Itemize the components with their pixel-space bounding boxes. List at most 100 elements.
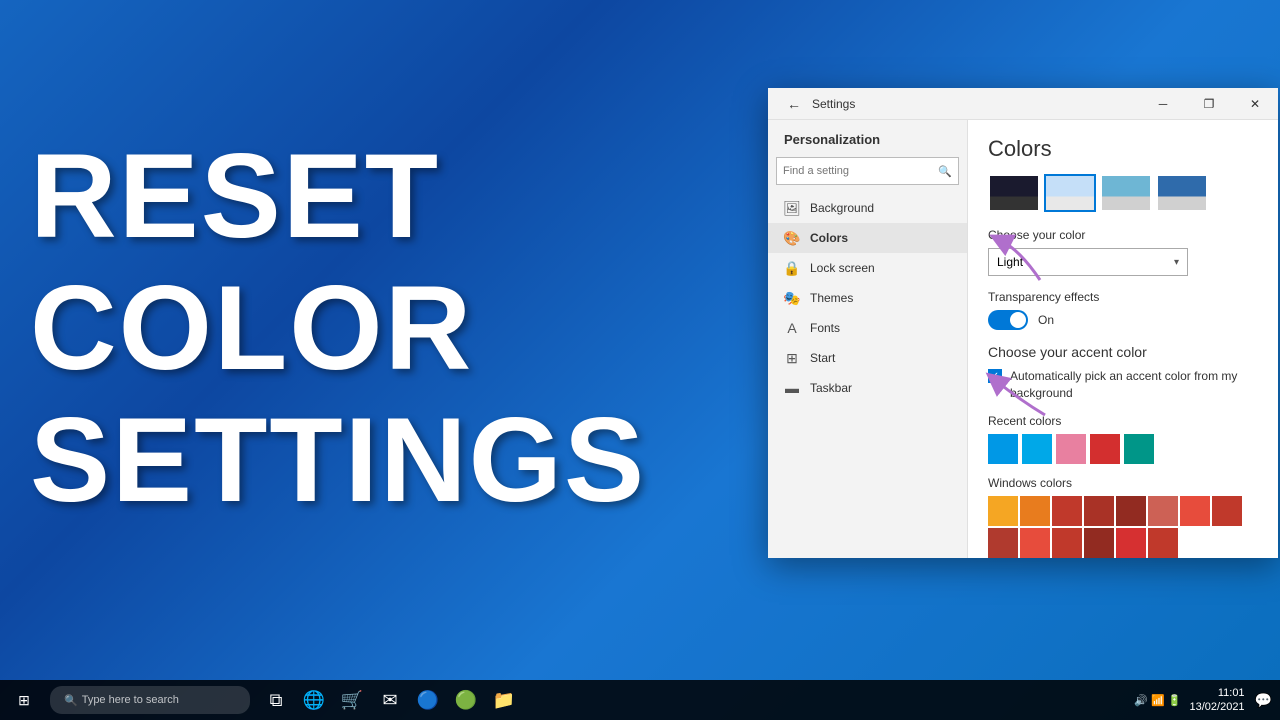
- search-icon: 🔍: [64, 694, 78, 707]
- sidebar-item-themes[interactable]: 🎭 Themes: [768, 283, 967, 313]
- transparency-section: Transparency effects On: [988, 290, 1258, 330]
- sidebar: Personalization 🔍 🖼 Background 🎨 Colors …: [768, 120, 968, 558]
- chrome-button[interactable]: 🔵: [410, 680, 446, 720]
- transparency-label: Transparency effects: [988, 290, 1258, 304]
- window-title: Settings: [812, 97, 855, 111]
- win-swatch-1[interactable]: [988, 496, 1018, 526]
- win-swatch-12[interactable]: [1084, 528, 1114, 558]
- taskbar-right: 🔊 📶 🔋 11:01 13/02/2021 💬: [1134, 686, 1280, 715]
- app1-button[interactable]: 🟢: [448, 680, 484, 720]
- theme-previews: [988, 174, 1258, 212]
- sidebar-item-colors[interactable]: 🎨 Colors: [768, 223, 967, 253]
- win-swatch-6[interactable]: [1148, 496, 1178, 526]
- main-content: Colors Choose your color Light: [968, 120, 1278, 558]
- transparency-toggle[interactable]: [988, 310, 1028, 330]
- recent-swatch-3[interactable]: [1056, 434, 1086, 464]
- fonts-icon: A: [784, 320, 800, 336]
- sidebar-item-label: Fonts: [810, 321, 840, 335]
- back-button[interactable]: ←: [780, 90, 808, 118]
- sidebar-item-label: Lock screen: [810, 261, 875, 275]
- win-swatch-4[interactable]: [1084, 496, 1114, 526]
- auto-accent-row: ✓ Automatically pick an accent color fro…: [988, 368, 1258, 402]
- theme-preview-custom[interactable]: [1100, 174, 1152, 212]
- search-icon: 🔍: [938, 165, 952, 178]
- win-swatch-2[interactable]: [1020, 496, 1050, 526]
- title-bar: ← Settings ─ ❐ ✕: [768, 88, 1278, 120]
- theme-preview-dark[interactable]: [988, 174, 1040, 212]
- sidebar-item-start[interactable]: ⊞ Start: [768, 343, 967, 373]
- sidebar-item-label: Background: [810, 201, 874, 215]
- themes-icon: 🎭: [784, 290, 800, 306]
- app2-button[interactable]: 📁: [486, 680, 522, 720]
- restore-button[interactable]: ❐: [1186, 88, 1232, 120]
- win-swatch-13[interactable]: [1116, 528, 1146, 558]
- taskbar-search[interactable]: 🔍 Type here to search: [50, 686, 250, 714]
- taskbar-icon: ▬: [784, 380, 800, 396]
- recent-colors-label: Recent colors: [988, 414, 1258, 428]
- theme-preview-light[interactable]: [1044, 174, 1096, 212]
- sidebar-item-label: Themes: [810, 291, 853, 305]
- search-input[interactable]: [783, 165, 938, 177]
- win-swatch-10[interactable]: [1020, 528, 1050, 558]
- colors-icon: 🎨: [784, 230, 800, 246]
- page-title: Colors: [988, 136, 1258, 162]
- start-icon: ⊞: [784, 350, 800, 366]
- taskbar-clock: 11:01 13/02/2021: [1190, 686, 1245, 715]
- recent-swatch-2[interactable]: [1022, 434, 1052, 464]
- desktop-text: RESET COLOR SETTINGS: [30, 130, 646, 526]
- window-content: Personalization 🔍 🖼 Background 🎨 Colors …: [768, 120, 1278, 558]
- checkmark-icon: ✓: [991, 371, 999, 382]
- recent-swatch-5[interactable]: [1124, 434, 1154, 464]
- accent-section-title: Choose your accent color: [988, 344, 1258, 360]
- chevron-down-icon: ▾: [1174, 257, 1179, 268]
- search-box[interactable]: 🔍: [776, 157, 959, 185]
- taskbar-icons: ⧉ 🌐 🛒 ✉ 🔵 🟢 📁: [258, 680, 522, 720]
- sidebar-item-taskbar[interactable]: ▬ Taskbar: [768, 373, 967, 403]
- start-button[interactable]: ⊞: [0, 680, 48, 720]
- win-swatch-5[interactable]: [1116, 496, 1146, 526]
- sidebar-item-label: Taskbar: [810, 381, 852, 395]
- taskbar-time-value: 11:01: [1190, 686, 1245, 700]
- action-center-icon[interactable]: 💬: [1255, 692, 1272, 709]
- store-button[interactable]: 🛒: [334, 680, 370, 720]
- lock-icon: 🔒: [784, 260, 800, 276]
- color-dropdown[interactable]: Light ▾: [988, 248, 1188, 276]
- toggle-knob: [1010, 312, 1026, 328]
- edge-button[interactable]: 🌐: [296, 680, 332, 720]
- recent-color-swatches: [988, 434, 1258, 464]
- win-swatch-9[interactable]: [988, 528, 1018, 558]
- taskbar-search-label: Type here to search: [82, 694, 179, 706]
- toggle-row: On: [988, 310, 1258, 330]
- win-swatch-14[interactable]: [1148, 528, 1178, 558]
- sidebar-item-label: Colors: [810, 231, 848, 245]
- win-swatch-3[interactable]: [1052, 496, 1082, 526]
- windows-colors-label: Windows colors: [988, 476, 1258, 490]
- recent-swatch-4[interactable]: [1090, 434, 1120, 464]
- auto-accent-checkbox[interactable]: ✓: [988, 369, 1002, 383]
- win-swatch-11[interactable]: [1052, 528, 1082, 558]
- taskbar: ⊞ 🔍 Type here to search ⧉ 🌐 🛒 ✉ 🔵 🟢 📁 🔊 …: [0, 680, 1280, 720]
- sidebar-header: Personalization: [768, 124, 967, 153]
- settings-window: ← Settings ─ ❐ ✕ Personalization 🔍 🖼 Bac…: [768, 88, 1278, 558]
- auto-accent-label: Automatically pick an accent color from …: [1010, 368, 1258, 402]
- minimize-button[interactable]: ─: [1140, 88, 1186, 120]
- taskview-button[interactable]: ⧉: [258, 680, 294, 720]
- choose-color-label: Choose your color: [988, 228, 1258, 242]
- windows-color-grid: [988, 496, 1258, 558]
- win-swatch-8[interactable]: [1212, 496, 1242, 526]
- sidebar-item-background[interactable]: 🖼 Background: [768, 193, 967, 223]
- theme-preview-windows[interactable]: [1156, 174, 1208, 212]
- recent-swatch-1[interactable]: [988, 434, 1018, 464]
- system-tray-icons: 🔊 📶 🔋: [1134, 694, 1181, 707]
- color-dropdown-value: Light: [997, 255, 1023, 269]
- sidebar-item-lockscreen[interactable]: 🔒 Lock screen: [768, 253, 967, 283]
- sidebar-item-label: Start: [810, 351, 835, 365]
- background-icon: 🖼: [784, 200, 800, 216]
- taskbar-date-value: 13/02/2021: [1190, 700, 1245, 714]
- mail-button[interactable]: ✉: [372, 680, 408, 720]
- toggle-state-label: On: [1038, 313, 1054, 327]
- win-swatch-7[interactable]: [1180, 496, 1210, 526]
- close-button[interactable]: ✕: [1232, 88, 1278, 120]
- sidebar-item-fonts[interactable]: A Fonts: [768, 313, 967, 343]
- window-controls: ─ ❐ ✕: [1140, 88, 1278, 120]
